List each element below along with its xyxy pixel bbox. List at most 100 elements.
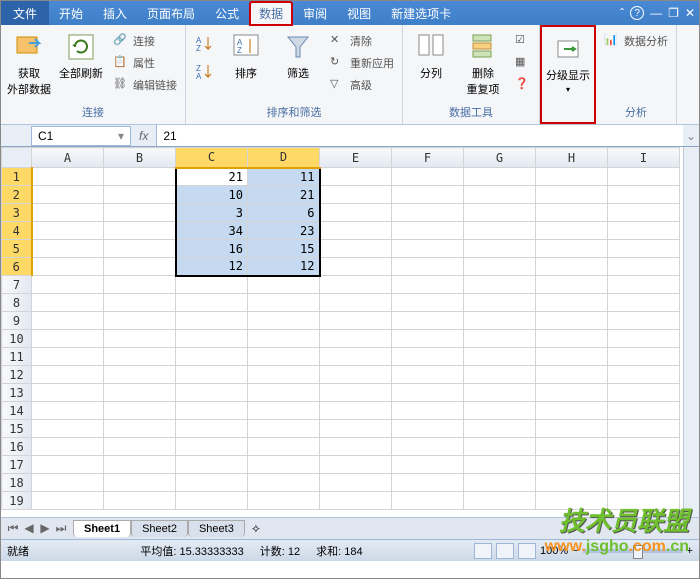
sheet-nav-first-icon[interactable]: ⏮ — [5, 521, 21, 536]
row-header-6[interactable]: 6 — [2, 258, 32, 276]
cell-F16[interactable] — [392, 438, 464, 456]
cell-F19[interactable] — [392, 492, 464, 510]
cell-H6[interactable] — [536, 258, 608, 276]
cell-E9[interactable] — [320, 312, 392, 330]
tab-formula[interactable]: 公式 — [205, 1, 249, 26]
cell-G6[interactable] — [464, 258, 536, 276]
cell-E18[interactable] — [320, 474, 392, 492]
cell-F7[interactable] — [392, 276, 464, 294]
cell-A16[interactable] — [32, 438, 104, 456]
cell-D8[interactable] — [248, 294, 320, 312]
cell-B14[interactable] — [104, 402, 176, 420]
data-analysis-button[interactable]: 📊数据分析 — [600, 31, 672, 51]
cell-E8[interactable] — [320, 294, 392, 312]
cell-I10[interactable] — [608, 330, 680, 348]
formula-input[interactable] — [156, 125, 683, 146]
cell-I4[interactable] — [608, 222, 680, 240]
row-header-5[interactable]: 5 — [2, 240, 32, 258]
cell-B1[interactable] — [104, 168, 176, 186]
tab-data[interactable]: 数据 — [249, 1, 293, 26]
refresh-all-button[interactable]: 全部刷新 — [57, 31, 105, 81]
cell-B11[interactable] — [104, 348, 176, 366]
file-tab[interactable]: 文件 — [1, 1, 49, 25]
row-header-3[interactable]: 3 — [2, 204, 32, 222]
cell-F4[interactable] — [392, 222, 464, 240]
new-sheet-icon[interactable]: ✧ — [245, 522, 267, 536]
cell-E13[interactable] — [320, 384, 392, 402]
cell-G5[interactable] — [464, 240, 536, 258]
cell-F15[interactable] — [392, 420, 464, 438]
cell-A8[interactable] — [32, 294, 104, 312]
row-header-13[interactable]: 13 — [2, 384, 32, 402]
sheet-nav-prev-icon[interactable]: ◀ — [21, 521, 37, 536]
cell-A11[interactable] — [32, 348, 104, 366]
column-header-F[interactable]: F — [392, 148, 464, 168]
cell-E4[interactable] — [320, 222, 392, 240]
page-break-view-button[interactable] — [518, 543, 536, 559]
edit-links-button[interactable]: ⛓编辑链接 — [109, 75, 181, 95]
cell-D16[interactable] — [248, 438, 320, 456]
cell-D13[interactable] — [248, 384, 320, 402]
cell-C9[interactable] — [176, 312, 248, 330]
cell-E17[interactable] — [320, 456, 392, 474]
cell-H19[interactable] — [536, 492, 608, 510]
expand-formula-icon[interactable]: ⌄ — [683, 129, 699, 143]
cell-H17[interactable] — [536, 456, 608, 474]
cell-B4[interactable] — [104, 222, 176, 240]
zoom-in-icon[interactable]: + — [687, 545, 693, 557]
row-header-14[interactable]: 14 — [2, 402, 32, 420]
cell-B8[interactable] — [104, 294, 176, 312]
cell-I17[interactable] — [608, 456, 680, 474]
cell-A10[interactable] — [32, 330, 104, 348]
window-minimize-icon[interactable]: — — [650, 6, 662, 20]
zoom-out-icon[interactable]: − — [572, 545, 578, 557]
cell-I11[interactable] — [608, 348, 680, 366]
cell-C7[interactable] — [176, 276, 248, 294]
cell-G18[interactable] — [464, 474, 536, 492]
cell-C17[interactable] — [176, 456, 248, 474]
cell-C11[interactable] — [176, 348, 248, 366]
cell-I12[interactable] — [608, 366, 680, 384]
cell-C2[interactable]: 10 — [176, 186, 248, 204]
window-restore-icon[interactable]: ❐ — [668, 6, 679, 20]
cell-G9[interactable] — [464, 312, 536, 330]
cell-H13[interactable] — [536, 384, 608, 402]
row-header-15[interactable]: 15 — [2, 420, 32, 438]
cell-H12[interactable] — [536, 366, 608, 384]
cell-A1[interactable] — [32, 168, 104, 186]
sort-asc-button[interactable]: AZ — [190, 31, 218, 55]
cell-B10[interactable] — [104, 330, 176, 348]
cell-A3[interactable] — [32, 204, 104, 222]
whatif-button[interactable]: ❓ — [511, 75, 535, 95]
cell-A2[interactable] — [32, 186, 104, 204]
help-icon[interactable]: ? — [630, 6, 644, 20]
cell-H14[interactable] — [536, 402, 608, 420]
spreadsheet-grid[interactable]: ABCDEFGHI1211121021336434235161561212789… — [1, 147, 699, 517]
select-all-corner[interactable] — [2, 148, 32, 168]
column-header-B[interactable]: B — [104, 148, 176, 168]
cell-D19[interactable] — [248, 492, 320, 510]
cell-G7[interactable] — [464, 276, 536, 294]
cell-A5[interactable] — [32, 240, 104, 258]
cell-I15[interactable] — [608, 420, 680, 438]
cell-I14[interactable] — [608, 402, 680, 420]
connections-button[interactable]: 🔗连接 — [109, 31, 181, 51]
get-external-data-button[interactable]: 获取 外部数据 — [5, 31, 53, 97]
cell-C8[interactable] — [176, 294, 248, 312]
cell-G11[interactable] — [464, 348, 536, 366]
cell-C15[interactable] — [176, 420, 248, 438]
cell-H4[interactable] — [536, 222, 608, 240]
cell-A15[interactable] — [32, 420, 104, 438]
cell-A4[interactable] — [32, 222, 104, 240]
cell-F14[interactable] — [392, 402, 464, 420]
cell-F11[interactable] — [392, 348, 464, 366]
cell-G3[interactable] — [464, 204, 536, 222]
cell-F10[interactable] — [392, 330, 464, 348]
row-header-2[interactable]: 2 — [2, 186, 32, 204]
cell-E7[interactable] — [320, 276, 392, 294]
row-header-10[interactable]: 10 — [2, 330, 32, 348]
cell-G2[interactable] — [464, 186, 536, 204]
row-header-12[interactable]: 12 — [2, 366, 32, 384]
cell-B9[interactable] — [104, 312, 176, 330]
advanced-filter-button[interactable]: ▽高级 — [326, 75, 398, 95]
